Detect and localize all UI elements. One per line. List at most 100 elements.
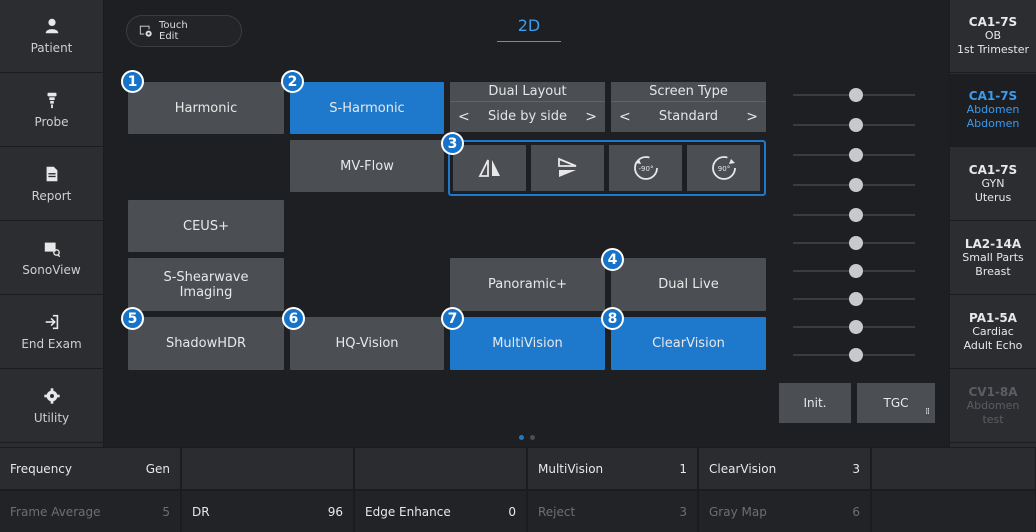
- param-value: 6: [852, 504, 860, 519]
- ceus-button[interactable]: CEUS+: [128, 200, 284, 252]
- rotate-ccw-90-icon: -90°: [633, 156, 658, 180]
- param-value: 0: [508, 504, 516, 519]
- probe-preset: Abdomen: [966, 117, 1020, 130]
- nav-label: End Exam: [21, 337, 82, 351]
- dual-live-button[interactable]: Dual Live: [611, 258, 766, 311]
- dual-layout-selector[interactable]: Dual Layout Side by side < >: [450, 82, 605, 132]
- touch-edit-icon: [139, 25, 152, 37]
- probe-name: CA1-7S: [968, 89, 1018, 103]
- touch-edit-label: Touch Edit: [159, 20, 188, 42]
- callout-badge: 4: [601, 248, 624, 271]
- param-value: 3: [852, 461, 860, 476]
- panoramic-button[interactable]: Panoramic+: [450, 258, 605, 311]
- param-edge-enhance[interactable]: Edge Enhance 0: [355, 491, 527, 532]
- tgc-knob[interactable]: [849, 264, 863, 278]
- probe-item[interactable]: CA1-7S GYN Uterus: [950, 148, 1036, 221]
- dual-layout-prev-icon[interactable]: <: [458, 104, 470, 130]
- tgc-slider[interactable]: [793, 208, 915, 222]
- param-gray-map: Gray Map 6: [699, 491, 871, 532]
- screen-type-selector[interactable]: Screen Type Standard < >: [611, 82, 766, 132]
- param-clearvision[interactable]: ClearVision 3: [699, 448, 871, 489]
- probe-item-active[interactable]: CA1-7S Abdomen Abdomen: [950, 74, 1036, 147]
- tgc-slider[interactable]: [793, 178, 915, 192]
- tgc-knob[interactable]: [849, 178, 863, 192]
- screen-type-prev-icon[interactable]: <: [619, 104, 631, 130]
- sonoview-icon: [44, 242, 60, 257]
- grip-icon: ⁞⁞: [925, 407, 930, 417]
- param-label: Gray Map: [709, 504, 767, 519]
- hq-vision-button[interactable]: HQ-Vision: [290, 317, 444, 370]
- harmonic-button[interactable]: Harmonic: [128, 82, 284, 134]
- tgc-knob[interactable]: [849, 292, 863, 306]
- touch-edit-button[interactable]: Touch Edit: [126, 15, 242, 47]
- nav-patient[interactable]: Patient: [0, 0, 103, 73]
- dual-layout-next-icon[interactable]: >: [585, 104, 597, 130]
- tgc-slider[interactable]: [793, 148, 915, 162]
- tgc-slider[interactable]: [793, 118, 915, 132]
- dual-layout-value: Side by side: [488, 109, 567, 124]
- orientation-button-group: -90° 90°: [448, 140, 766, 196]
- tgc-knob[interactable]: [849, 148, 863, 162]
- tgc-slider[interactable]: [793, 88, 915, 102]
- s-harmonic-button[interactable]: S-Harmonic: [290, 82, 444, 134]
- tgc-init-button[interactable]: Init.: [779, 383, 851, 423]
- flip-vertical-button[interactable]: [531, 145, 604, 191]
- tgc-slider[interactable]: [793, 348, 915, 362]
- nav-probe[interactable]: Probe: [0, 74, 103, 147]
- tgc-slider[interactable]: [793, 264, 915, 278]
- rotate-cw-90-button[interactable]: 90°: [687, 145, 760, 191]
- callout-badge: 3: [441, 132, 464, 155]
- nav-report[interactable]: Report: [0, 148, 103, 221]
- nav-utility[interactable]: Utility: [0, 370, 103, 443]
- tgc-slider[interactable]: [793, 292, 915, 306]
- tgc-slider[interactable]: [793, 236, 915, 250]
- probe-preset: Adult Echo: [963, 339, 1023, 352]
- tgc-knob[interactable]: [849, 320, 863, 334]
- nav-label: Probe: [34, 115, 69, 129]
- param-reject: Reject 3: [528, 491, 698, 532]
- probe-name: PA1-5A: [969, 311, 1017, 325]
- nav-label: Patient: [30, 41, 73, 55]
- param-label: Frame Average: [10, 504, 101, 519]
- rotate-ccw-90-button[interactable]: -90°: [609, 145, 682, 191]
- tgc-button[interactable]: TGC ⁞⁞: [857, 383, 935, 423]
- callout-badge: 7: [441, 307, 464, 330]
- tgc-knob[interactable]: [849, 348, 863, 362]
- flip-horizontal-button[interactable]: [453, 145, 526, 191]
- probe-application: Abdomen: [966, 399, 1020, 412]
- nav-label: Report: [31, 189, 72, 203]
- probe-item[interactable]: CA1-7S OB 1st Trimester: [950, 0, 1036, 73]
- param-dr[interactable]: DR 96: [182, 491, 354, 532]
- touch-edit-line2: Edit: [159, 31, 179, 42]
- param-multivision[interactable]: MultiVision 1: [528, 448, 698, 489]
- rotate-ccw-label: -90°: [638, 165, 653, 173]
- param-empty: [872, 448, 1036, 489]
- shearwave-button[interactable]: S-Shearwave Imaging: [128, 258, 284, 311]
- tgc-label: TGC: [883, 396, 909, 410]
- shadowhdr-button[interactable]: ShadowHDR: [128, 317, 284, 370]
- param-frequency[interactable]: Frequency Gen: [0, 448, 181, 489]
- tgc-knob[interactable]: [849, 118, 863, 132]
- param-empty: [872, 491, 1036, 532]
- probe-preset: Uterus: [974, 191, 1012, 204]
- screen-type-next-icon[interactable]: >: [746, 104, 758, 130]
- param-empty: [182, 448, 354, 489]
- clearvision-button[interactable]: ClearVision: [611, 317, 766, 370]
- page-indicator: [530, 435, 535, 440]
- param-label: Reject: [538, 504, 576, 519]
- param-value: Gen: [145, 461, 170, 476]
- probe-item[interactable]: LA2-14A Small Parts Breast: [950, 222, 1036, 295]
- nav-end-exam[interactable]: End Exam: [0, 296, 103, 369]
- probe-item-disabled: CV1-8A Abdomen test: [950, 370, 1036, 443]
- mv-flow-button[interactable]: MV-Flow: [290, 140, 444, 192]
- probe-application: Small Parts: [962, 251, 1024, 264]
- probe-item[interactable]: PA1-5A Cardiac Adult Echo: [950, 296, 1036, 369]
- tgc-slider[interactable]: [793, 320, 915, 334]
- nav-sonoview[interactable]: SonoView: [0, 222, 103, 295]
- tgc-knob[interactable]: [849, 208, 863, 222]
- tgc-knob[interactable]: [849, 236, 863, 250]
- mode-title: 2D: [517, 16, 541, 35]
- callout-badge: 6: [282, 307, 305, 330]
- multivision-button[interactable]: MultiVision: [450, 317, 605, 370]
- tgc-knob[interactable]: [849, 88, 863, 102]
